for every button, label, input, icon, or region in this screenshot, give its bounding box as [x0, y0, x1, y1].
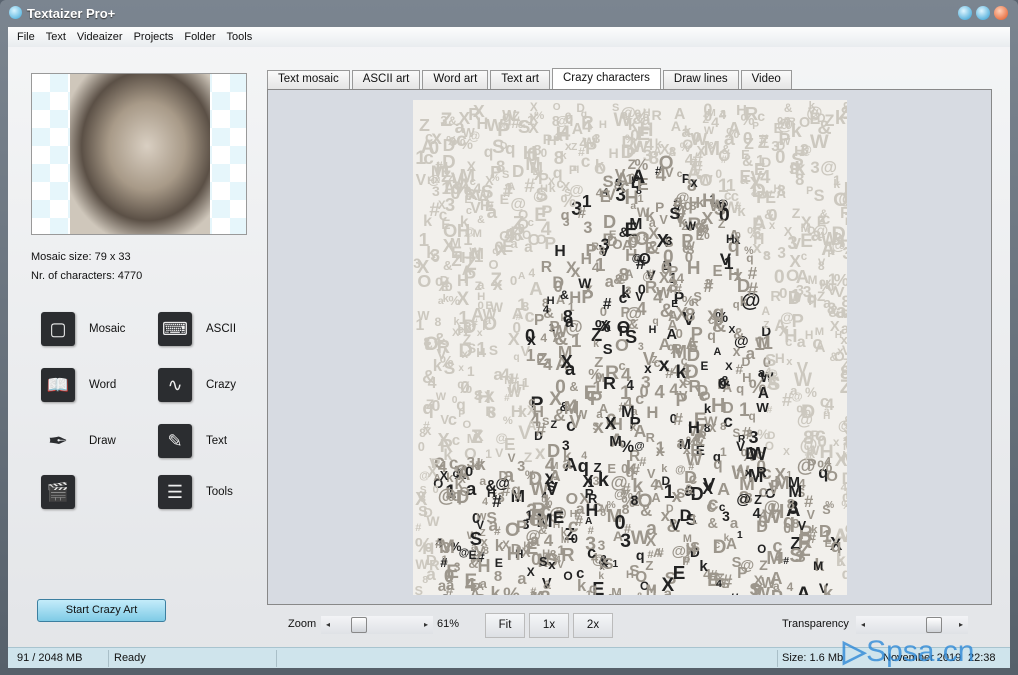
stamp-icon: ▢ [41, 312, 75, 346]
minimize-button[interactable] [958, 6, 972, 20]
book-icon: 📖 [41, 368, 75, 402]
transparency-slider[interactable]: ◂ ▸ [856, 616, 968, 634]
file-size: Size: 1.6 Mb [782, 652, 844, 664]
start-crazy-art-button[interactable]: Start Crazy Art [37, 599, 166, 622]
zoom-fit-button[interactable]: Fit [485, 613, 525, 638]
zoom-slider[interactable]: ◂ ▸ [321, 616, 433, 634]
zoom-1x-button[interactable]: 1x [529, 613, 569, 638]
transparency-label: Transparency [782, 618, 849, 630]
menu-file[interactable]: File [17, 31, 35, 43]
crazy-characters-preview[interactable]: 4WRMHxMacxa1Hx&cW10xA@O1H&H%4VPxA0Z#8qR&… [413, 100, 847, 595]
tab-text-mosaic[interactable]: Text mosaic [267, 70, 350, 89]
menu-videaizer[interactable]: Videaizer [77, 31, 123, 43]
window-title: Textaizer Pro+ [27, 6, 116, 21]
source-image-thumbnail[interactable] [31, 73, 247, 235]
zoom-value: 61% [437, 618, 460, 630]
tool-video[interactable]: 🎬 [41, 475, 89, 509]
mosaic-size: Mosaic size: 79 x 33 [31, 251, 131, 263]
memory-usage: 91 / 2048 MB [17, 652, 83, 664]
app-window: Textaizer Pro+ File Text Videaizer Proje… [0, 0, 1018, 675]
zoom-2x-button[interactable]: 2x [573, 613, 613, 638]
title-bar: Textaizer Pro+ [0, 0, 1018, 27]
tab-text-art[interactable]: Text art [490, 70, 550, 89]
tool-mosaic[interactable]: ▢ Mosaic [41, 312, 125, 346]
tab-video[interactable]: Video [740, 70, 792, 89]
tool-tools[interactable]: ☰ Tools [158, 475, 233, 509]
sliders-icon: ☰ [158, 475, 192, 509]
tab-ascii-art[interactable]: ASCII art [351, 70, 421, 89]
menu-folder[interactable]: Folder [184, 31, 215, 43]
watermark-logo: ▷Spsa.cn [843, 635, 975, 668]
portrait-photo [70, 74, 210, 234]
app-logo-icon [9, 6, 22, 19]
keyboard-icon: ⌨ [158, 312, 192, 346]
tab-draw-lines[interactable]: Draw lines [662, 70, 739, 89]
status-text: Ready [114, 652, 146, 664]
preview-panel: 4WRMHxMacxa1Hx&cW10xA@O1H&H%4VPxA0Z#8qR&… [267, 89, 992, 605]
client-area: File Text Videaizer Projects Folder Tool… [8, 27, 1010, 668]
tool-word[interactable]: 📖 Word [41, 368, 116, 402]
tool-crazy[interactable]: ∿ Crazy [158, 368, 236, 402]
character-count: Nr. of characters: 4770 [31, 270, 143, 282]
menu-tools[interactable]: Tools [227, 31, 253, 43]
tab-word-art[interactable]: Word art [422, 70, 489, 89]
tool-ascii[interactable]: ⌨ ASCII [158, 312, 236, 346]
pulse-monitor-icon: ∿ [158, 368, 192, 402]
close-button[interactable] [994, 6, 1008, 20]
menu-projects[interactable]: Projects [134, 31, 174, 43]
menu-text[interactable]: Text [46, 31, 66, 43]
feather-icon: ✒ [47, 427, 69, 455]
tool-draw[interactable]: ✒ Draw [41, 424, 116, 458]
mode-tabs: Text mosaic ASCII art Word art Text art … [267, 68, 792, 89]
clapperboard-icon: 🎬 [41, 475, 75, 509]
pencil-icon: ✎ [158, 424, 192, 458]
menu-bar: File Text Videaizer Projects Folder Tool… [8, 27, 1010, 47]
maximize-button[interactable] [976, 6, 990, 20]
tool-text[interactable]: ✎ Text [158, 424, 227, 458]
zoom-label: Zoom [288, 618, 317, 630]
tab-crazy-characters[interactable]: Crazy characters [551, 68, 661, 89]
